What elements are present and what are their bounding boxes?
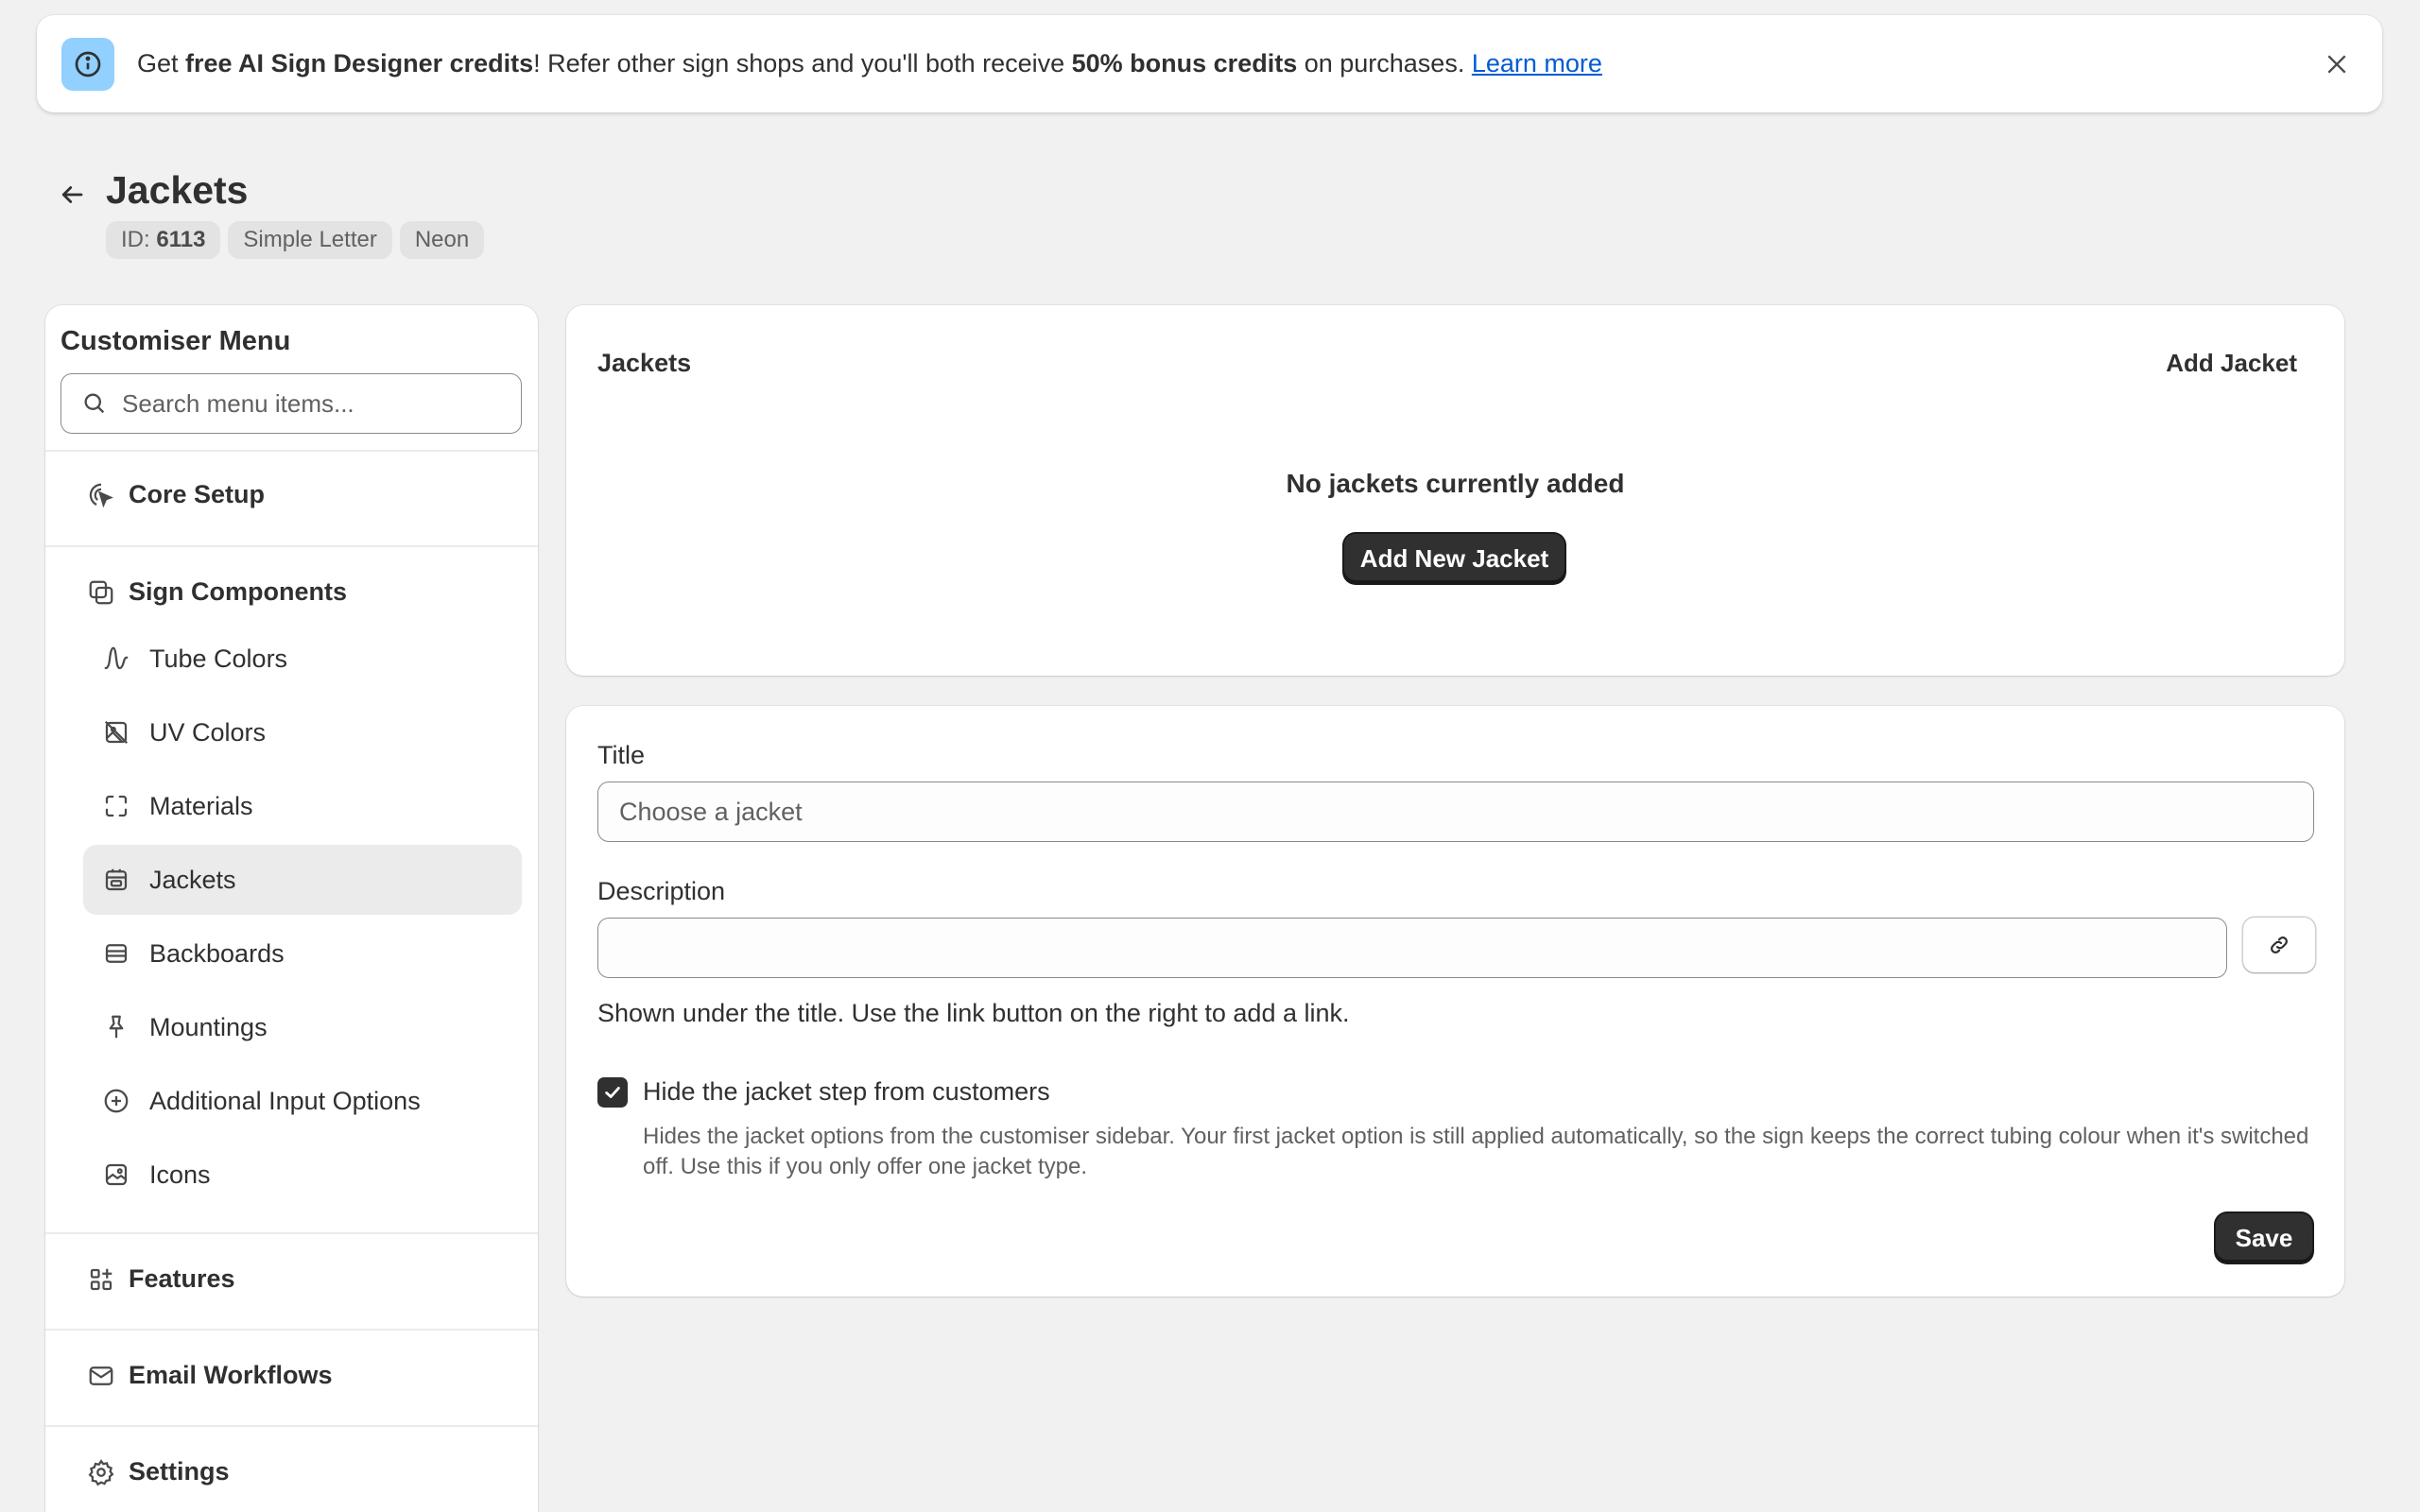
close-icon[interactable] [2316, 43, 2358, 85]
sidebar-item-label: Materials [149, 791, 253, 820]
sidebar-item-label: Settings [129, 1457, 230, 1486]
sidebar-item-label: Additional Input Options [149, 1086, 421, 1115]
search-box[interactable] [60, 373, 522, 434]
sidebar-item-email-workflows[interactable]: Email Workflows [87, 1361, 333, 1390]
search-icon [80, 389, 109, 418]
frame-corners-icon [102, 792, 130, 820]
jackets-list-card: Jackets Add Jacket No jackets currently … [566, 305, 2344, 676]
sidebar-section-sign-components[interactable]: Sign Components [87, 577, 347, 607]
divider [45, 1232, 538, 1234]
sidebar-item-label: Mountings [149, 1012, 268, 1041]
arrow-left-icon[interactable] [55, 178, 89, 212]
image-off-icon [102, 718, 130, 747]
calendar-box-icon [102, 866, 130, 894]
banner-text: Get free AI Sign Designer credits! Refer… [137, 49, 1602, 78]
sidebar-item-label: Backboards [149, 938, 285, 968]
sidebar-item-label: Jackets [149, 865, 236, 894]
cursor-click-icon [87, 481, 115, 509]
customiser-menu: Customiser Menu Core Setup Sign Componen… [45, 305, 538, 1512]
sidebar-item-mountings[interactable]: Mountings [83, 992, 522, 1062]
divider [45, 450, 538, 452]
link-icon[interactable] [2243, 918, 2315, 972]
hide-jacket-label[interactable]: Hide the jacket step from customers [643, 1077, 1050, 1107]
hide-jacket-description: Hides the jacket options from the custom… [643, 1124, 2309, 1179]
sidebar-item-settings[interactable]: Settings [87, 1457, 230, 1486]
wave-icon [102, 644, 130, 673]
add-new-jacket-button[interactable]: Add New Jacket [1344, 534, 1564, 583]
mail-icon [87, 1362, 115, 1390]
sidebar-item-materials[interactable]: Materials [83, 771, 522, 841]
description-input[interactable] [597, 918, 2227, 978]
sidebar-item-jackets[interactable]: Jackets [83, 845, 522, 915]
gear-icon [87, 1458, 115, 1486]
sidebar-item-label: Features [129, 1264, 235, 1293]
sidebar-item-label: UV Colors [149, 717, 267, 747]
sidebar-section-label: Sign Components [129, 577, 347, 606]
sidebar-item-additional-input-options[interactable]: Additional Input Options [83, 1066, 522, 1136]
style-badge: Neon [399, 221, 485, 259]
promo-banner: Get free AI Sign Designer credits! Refer… [37, 15, 2382, 112]
type-badge: Simple Letter [228, 221, 392, 259]
plus-circle-icon [102, 1087, 130, 1115]
layers-icon [87, 578, 115, 607]
description-help-text: Shown under the title. Use the link butt… [597, 999, 1350, 1027]
pin-icon [102, 1013, 130, 1041]
page-tags: ID: 6113 Simple Letter Neon [106, 221, 485, 259]
sidebar-item-label: Email Workflows [129, 1361, 333, 1389]
info-icon [61, 37, 114, 91]
banner-highlight-bonus: 50% bonus credits [1071, 49, 1298, 77]
sidebar-item-label: Tube Colors [149, 644, 288, 673]
sidebar-item-tube-colors[interactable]: Tube Colors [83, 624, 522, 694]
sidebar-title: Customiser Menu [60, 326, 291, 356]
title-label: Title [597, 741, 646, 769]
sidebar-item-backboards[interactable]: Backboards [83, 919, 522, 988]
id-badge: ID: 6113 [106, 221, 221, 259]
divider [45, 545, 538, 547]
banner-text-mid: ! Refer other sign shops and you'll both… [533, 49, 1072, 77]
sidebar-item-core-setup[interactable]: Core Setup [87, 480, 265, 509]
divider [45, 1329, 538, 1331]
empty-state-text: No jackets currently added [1286, 469, 1625, 498]
banner-text-post: on purchases. [1297, 49, 1472, 77]
image-icon [102, 1160, 130, 1189]
check-icon [605, 1087, 620, 1098]
save-button[interactable]: Save [2216, 1213, 2312, 1263]
jacket-settings-card: Title Description Shown under the title.… [566, 706, 2344, 1297]
sidebar-item-label: Icons [149, 1160, 211, 1189]
title-input[interactable] [597, 782, 2314, 842]
backboard-icon [102, 939, 130, 968]
sidebar-item-uv-colors[interactable]: UV Colors [83, 697, 522, 767]
id-badge-prefix: ID: [121, 227, 157, 252]
sidebar-item-icons[interactable]: Icons [83, 1140, 522, 1210]
id-badge-value: 6113 [156, 227, 206, 252]
card-title: Jackets [597, 349, 692, 377]
search-input[interactable] [122, 388, 500, 419]
learn-more-link[interactable]: Learn more [1472, 49, 1602, 77]
description-label: Description [597, 877, 726, 905]
apps-icon [87, 1265, 115, 1294]
page-title: Jackets [106, 168, 249, 212]
divider [45, 1425, 538, 1427]
hide-jacket-checkbox[interactable] [597, 1077, 628, 1108]
banner-text-pre: Get [137, 49, 186, 77]
add-jacket-button[interactable]: Add Jacket [2166, 349, 2297, 378]
sidebar-item-label: Core Setup [129, 480, 266, 508]
sidebar-item-features[interactable]: Features [87, 1264, 235, 1294]
banner-highlight-credits: free AI Sign Designer credits [185, 49, 534, 77]
